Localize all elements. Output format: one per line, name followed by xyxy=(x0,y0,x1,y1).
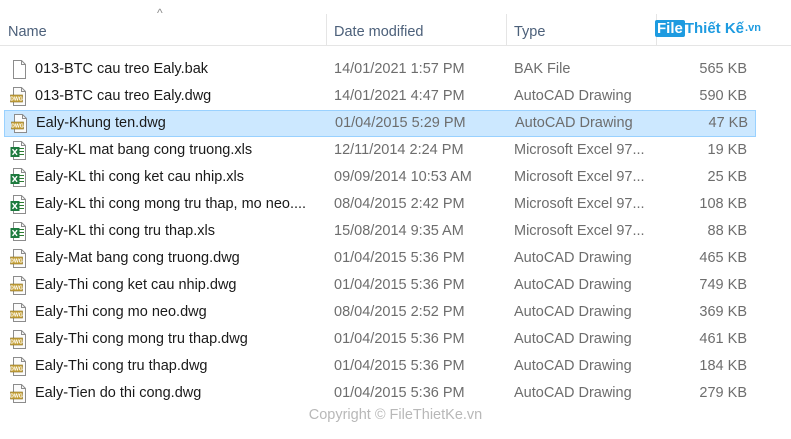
file-type: AutoCAD Drawing xyxy=(514,304,632,320)
file-size: 108 KB xyxy=(699,196,747,212)
blank-file-icon xyxy=(10,60,28,79)
file-row[interactable]: DWG Ealy-Tien do thi cong.dwg 01/04/2015 5… xyxy=(4,380,756,407)
column-header-date-label: Date modified xyxy=(334,24,424,40)
file-date-modified: 09/09/2014 10:53 AM xyxy=(334,169,472,185)
file-date-modified: 15/08/2014 9:35 AM xyxy=(334,223,464,239)
svg-text:DWG: DWG xyxy=(10,313,23,319)
file-name: Ealy-Thi cong ket cau nhip.dwg xyxy=(35,277,237,293)
file-date-modified: 01/04/2015 5:36 PM xyxy=(334,385,465,401)
svg-text:DWG: DWG xyxy=(10,367,23,373)
file-row[interactable]: Ealy-KL mat bang cong truong.xls 12/11/20… xyxy=(4,137,756,164)
file-row[interactable]: Ealy-KL thi cong tru thap.xls 15/08/2014 … xyxy=(4,218,756,245)
excel-file-icon xyxy=(10,141,28,160)
file-size: 279 KB xyxy=(699,385,747,401)
dwg-file-icon: DWG xyxy=(10,249,28,268)
file-size: 184 KB xyxy=(699,358,747,374)
file-size: 465 KB xyxy=(699,250,747,266)
file-size: 369 KB xyxy=(699,304,747,320)
file-type: AutoCAD Drawing xyxy=(514,385,632,401)
file-type: Microsoft Excel 97... xyxy=(514,196,645,212)
file-name: 013-BTC cau treo Ealy.dwg xyxy=(35,88,212,104)
file-size: 25 KB xyxy=(707,169,748,185)
file-size: 47 KB xyxy=(708,115,749,131)
column-header-type-label: Type xyxy=(514,24,546,40)
dwg-file-icon: DWG xyxy=(10,87,28,106)
dwg-file-icon: DWG xyxy=(10,276,28,295)
file-row[interactable]: DWG Ealy-Thi cong mo neo.dwg 08/04/2015 2:… xyxy=(4,299,756,326)
file-row[interactable]: Ealy-KL thi cong ket cau nhip.xls 09/09/2… xyxy=(4,164,756,191)
copyright-watermark: Copyright © FileThietKe.vn xyxy=(308,407,483,423)
excel-file-icon xyxy=(10,168,28,187)
file-row[interactable]: DWG Ealy-Thi cong tru thap.dwg 01/04/2015 … xyxy=(4,353,756,380)
file-name: 013-BTC cau treo Ealy.bak xyxy=(35,61,209,77)
file-type: AutoCAD Drawing xyxy=(514,331,632,347)
column-header-name[interactable]: Name xyxy=(0,0,326,46)
column-header-bar: ^ Name Date modified Type File Thiết Kế … xyxy=(0,0,791,46)
svg-text:DWG: DWG xyxy=(10,340,23,346)
file-date-modified: 14/01/2021 4:47 PM xyxy=(334,88,465,104)
file-name: Ealy-Mat bang cong truong.dwg xyxy=(35,250,240,266)
file-size: 565 KB xyxy=(699,61,747,77)
svg-text:DWG: DWG xyxy=(10,97,23,103)
column-header-name-label: Name xyxy=(8,24,47,40)
file-date-modified: 12/11/2014 2:24 PM xyxy=(334,142,464,158)
file-type: Microsoft Excel 97... xyxy=(514,142,645,158)
svg-text:DWG: DWG xyxy=(10,259,23,265)
watermark-logo-part1: File xyxy=(655,19,685,37)
file-date-modified: 14/01/2021 1:57 PM xyxy=(334,61,465,77)
watermark-logo-part2: Thiết Kế xyxy=(684,19,745,37)
svg-text:DWG: DWG xyxy=(10,286,23,292)
column-header-type[interactable]: Type xyxy=(506,0,656,46)
file-type: Microsoft Excel 97... xyxy=(514,169,645,185)
file-type: AutoCAD Drawing xyxy=(515,115,633,131)
file-date-modified: 08/04/2015 2:52 PM xyxy=(334,304,465,320)
file-type: BAK File xyxy=(514,61,571,77)
file-size: 749 KB xyxy=(699,277,747,293)
excel-file-icon xyxy=(10,195,28,214)
file-date-modified: 01/04/2015 5:36 PM xyxy=(334,250,465,266)
file-date-modified: 08/04/2015 2:42 PM xyxy=(334,196,465,212)
dwg-file-icon: DWG xyxy=(11,114,29,133)
file-name: Ealy-KL thi cong ket cau nhip.xls xyxy=(35,169,245,185)
dwg-file-icon: DWG xyxy=(10,330,28,349)
file-date-modified: 01/04/2015 5:36 PM xyxy=(334,277,465,293)
file-type: AutoCAD Drawing xyxy=(514,277,632,293)
watermark-logo-part3: .vn xyxy=(745,22,761,34)
file-name: Ealy-Thi cong mong tru thap.dwg xyxy=(35,331,248,347)
file-name: Ealy-Thi cong mo neo.dwg xyxy=(35,304,207,320)
file-row[interactable]: DWG Ealy-Thi cong ket cau nhip.dwg 01/04/2… xyxy=(4,272,756,299)
dwg-file-icon: DWG xyxy=(10,384,28,403)
file-row[interactable]: DWG Ealy-Khung ten.dwg 01/04/2015 5:29 PM A… xyxy=(4,110,756,137)
file-name: Ealy-KL thi cong mong tru thap, mo neo..… xyxy=(35,196,307,212)
file-size: 461 KB xyxy=(699,331,747,347)
file-name: Ealy-Thi cong tru thap.dwg xyxy=(35,358,208,374)
svg-text:DWG: DWG xyxy=(11,124,24,130)
column-header-date[interactable]: Date modified xyxy=(326,0,506,46)
file-name: Ealy-Khung ten.dwg xyxy=(36,115,166,131)
file-row[interactable]: 013-BTC cau treo Ealy.bak 14/01/2021 1:57… xyxy=(4,56,756,83)
file-date-modified: 01/04/2015 5:36 PM xyxy=(334,358,465,374)
file-name: Ealy-KL thi cong tru thap.xls xyxy=(35,223,215,239)
file-date-modified: 01/04/2015 5:29 PM xyxy=(335,115,466,131)
file-row[interactable]: Ealy-KL thi cong mong tru thap, mo neo..… xyxy=(4,191,756,218)
file-type: AutoCAD Drawing xyxy=(514,358,632,374)
file-name: Ealy-Tien do thi cong.dwg xyxy=(35,385,202,401)
excel-file-icon xyxy=(10,222,28,241)
file-row[interactable]: DWG 013-BTC cau treo Ealy.dwg 14/01/2021 4… xyxy=(4,83,756,110)
svg-text:DWG: DWG xyxy=(10,394,23,400)
file-type: AutoCAD Drawing xyxy=(514,88,632,104)
file-size: 590 KB xyxy=(699,88,747,104)
file-name: Ealy-KL mat bang cong truong.xls xyxy=(35,142,253,158)
file-list: 013-BTC cau treo Ealy.bak 14/01/2021 1:57… xyxy=(0,56,791,407)
dwg-file-icon: DWG xyxy=(10,357,28,376)
file-type: Microsoft Excel 97... xyxy=(514,223,645,239)
file-row[interactable]: DWG Ealy-Mat bang cong truong.dwg 01/04/20… xyxy=(4,245,756,272)
file-type: AutoCAD Drawing xyxy=(514,250,632,266)
dwg-file-icon: DWG xyxy=(10,303,28,322)
file-date-modified: 01/04/2015 5:36 PM xyxy=(334,331,465,347)
file-row[interactable]: DWG Ealy-Thi cong mong tru thap.dwg 01/04/… xyxy=(4,326,756,353)
watermark-logo: File Thiết Kế .vn xyxy=(655,16,761,40)
file-size: 88 KB xyxy=(707,223,748,239)
file-size: 19 KB xyxy=(707,142,748,158)
